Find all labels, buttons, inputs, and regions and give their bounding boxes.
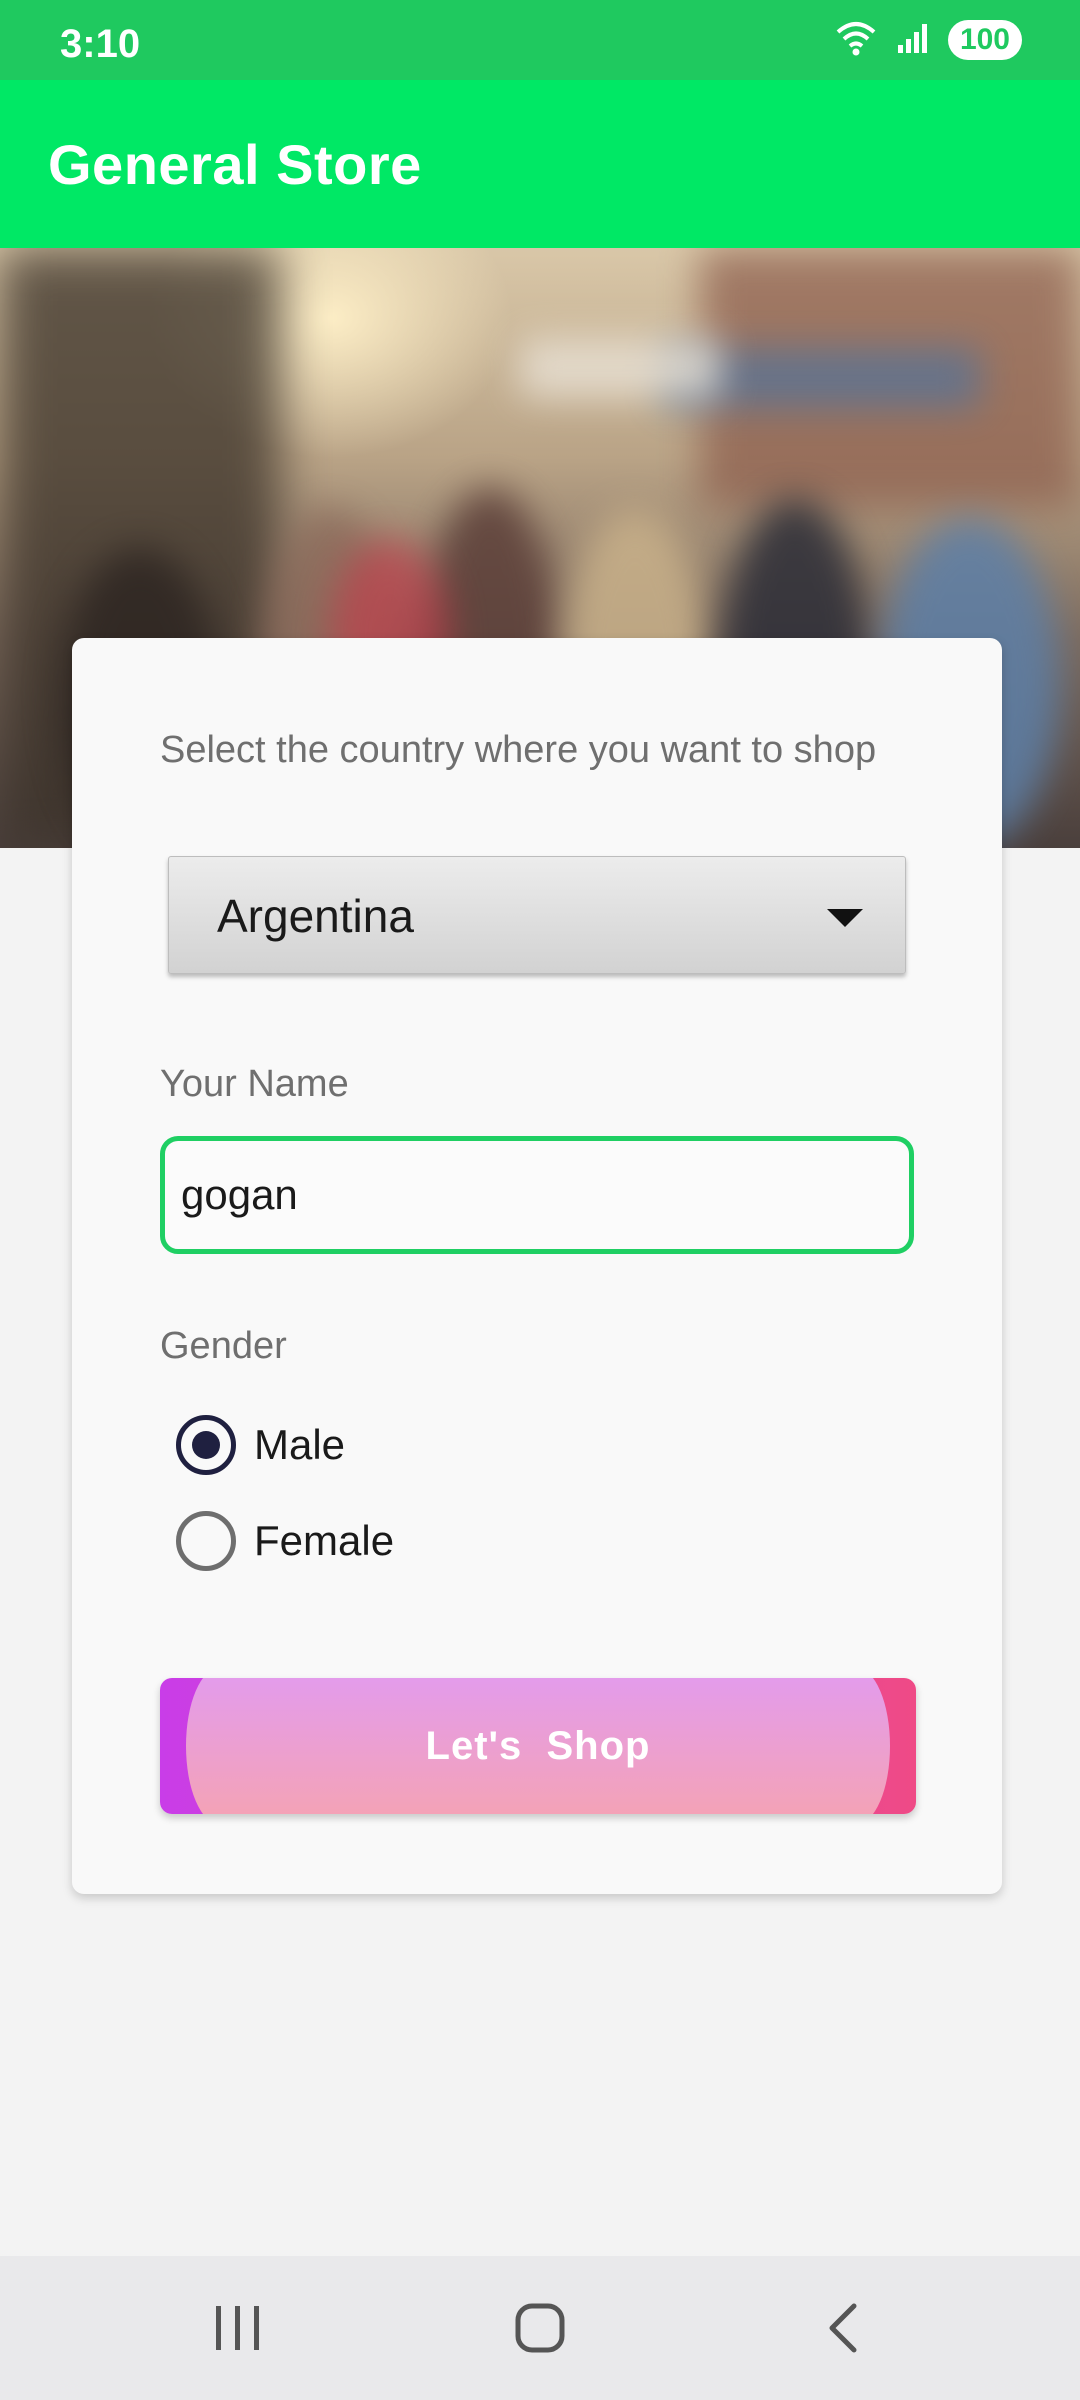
app-bar: General Store [0,80,1080,248]
status-icons: 100 [834,20,1022,60]
cellular-signal-icon [896,21,930,60]
gender-option-female[interactable]: Female [176,1509,394,1573]
male-radio-button[interactable] [176,1415,236,1475]
dropdown-arrow-icon [827,909,863,927]
female-radio-label[interactable]: Female [254,1517,394,1565]
status-bar: 3:10 100 [0,0,1080,80]
system-nav-bar [0,2256,1080,2400]
status-time: 3:10 [60,22,141,66]
app-title: General Store [48,133,422,196]
shop-form-card: Select the country where you want to sho… [72,638,1002,1894]
lets-shop-button[interactable]: Let's Shop [160,1678,916,1814]
home-icon[interactable] [500,2292,580,2364]
country-dropdown[interactable]: Argentina [168,856,906,974]
wifi-icon [834,18,878,63]
gender-option-male[interactable]: Male [176,1413,345,1477]
name-input[interactable] [160,1136,914,1254]
country-label: Select the country where you want to sho… [160,729,877,771]
gender-label: Gender [160,1325,287,1367]
male-radio-label[interactable]: Male [254,1421,345,1469]
lets-shop-button-label: Let's Shop [425,1724,651,1768]
female-radio-button[interactable] [176,1511,236,1571]
country-dropdown-value: Argentina [217,890,414,942]
battery-indicator: 100 [947,20,1022,60]
back-icon[interactable] [802,2292,882,2364]
name-label: Your Name [160,1063,349,1105]
recent-apps-icon[interactable] [198,2292,278,2364]
